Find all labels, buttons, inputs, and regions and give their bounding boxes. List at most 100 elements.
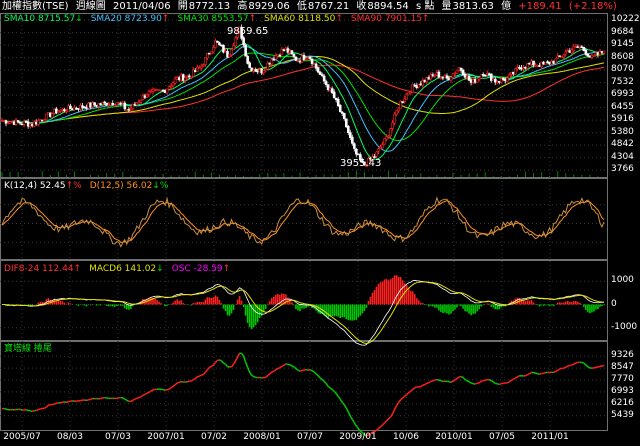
price-y-tick: 7532 — [611, 76, 634, 87]
candle — [417, 84, 421, 89]
candle — [173, 76, 177, 85]
ad-step — [190, 379, 194, 382]
ad-y-tick: 7770 — [611, 374, 634, 385]
x-tick-label: 07/02 — [201, 432, 227, 442]
ad-step — [355, 425, 359, 430]
candle — [266, 61, 270, 70]
ad-step — [60, 401, 63, 404]
ad-step — [492, 381, 496, 385]
ad-step — [285, 363, 289, 366]
candle — [455, 69, 459, 74]
candle — [181, 73, 185, 83]
ad-step — [474, 382, 478, 385]
ad-step — [412, 387, 416, 390]
ad-step — [335, 393, 339, 397]
ad-step — [240, 352, 245, 357]
candle — [284, 46, 288, 51]
candle — [198, 65, 201, 69]
ad-step — [144, 392, 148, 396]
x-tick-label: 2009/01 — [339, 432, 377, 442]
ad-step — [402, 395, 406, 399]
candle — [590, 53, 594, 60]
candle — [193, 68, 197, 73]
candle — [495, 80, 499, 85]
candle — [355, 147, 358, 157]
candle — [115, 102, 119, 106]
ad-step — [246, 367, 251, 373]
candle — [534, 62, 537, 68]
candle — [592, 54, 596, 57]
price-legend-item: SMA90 7901.15↑ — [351, 14, 430, 24]
candle — [294, 56, 298, 62]
close-label: 收 — [356, 1, 367, 12]
ad-step — [587, 366, 591, 369]
candle — [566, 48, 570, 52]
candle — [457, 66, 461, 72]
date-value: 2011/04/06 — [112, 1, 171, 12]
price-y-tick: 3766 — [611, 164, 634, 175]
ad-step — [236, 352, 241, 358]
ad-step — [219, 359, 222, 362]
candle — [202, 63, 205, 68]
macd-legend-item: DIF8-24 112.44↑ — [4, 264, 81, 274]
candle — [415, 83, 419, 90]
ad-step — [337, 395, 341, 400]
candle — [210, 51, 213, 55]
ad-step — [512, 377, 516, 380]
candle — [302, 52, 306, 61]
macd-legend-text: OSC -28.59 — [171, 264, 223, 274]
candle — [145, 93, 149, 98]
candle — [389, 127, 392, 139]
ad-step — [593, 366, 597, 369]
candle — [206, 52, 209, 61]
ad-step — [376, 427, 379, 431]
ad-step — [380, 424, 383, 428]
candle — [560, 56, 564, 58]
candle — [204, 57, 207, 67]
candle — [254, 67, 257, 72]
price-legend: SMA10 8715.57↓ SMA20 8723.90↑ SMA30 8553.5… — [4, 14, 438, 25]
candle — [282, 48, 286, 52]
ad-step — [206, 366, 210, 371]
ad-step — [601, 364, 605, 367]
price-legend-item: SMA60 8118.50↑ — [264, 14, 343, 24]
ad-step — [277, 367, 281, 370]
ad-step — [244, 361, 249, 368]
ad-step — [86, 398, 89, 402]
price-legend-item: SMA20 8723.90↑ — [91, 14, 170, 24]
candle — [318, 71, 322, 75]
candle — [14, 117, 18, 126]
ad-legend-item: 寶塔線 捲尾 — [4, 344, 52, 354]
candle — [125, 109, 129, 111]
dif-line — [2, 279, 605, 346]
candle — [234, 36, 237, 48]
candle — [310, 58, 314, 67]
candle — [479, 74, 483, 79]
trend-arrow-icon: ↓% — [152, 181, 169, 191]
candle — [195, 64, 199, 72]
ad-step — [192, 378, 196, 381]
ad-step — [232, 360, 237, 365]
ad-step — [295, 368, 299, 371]
candle — [10, 120, 14, 123]
candle — [449, 76, 453, 83]
ad-step — [428, 380, 432, 384]
ad-step — [251, 374, 255, 378]
candle — [49, 112, 52, 118]
ad-step — [249, 371, 253, 376]
ad-step — [140, 394, 144, 398]
candle — [153, 88, 157, 92]
candle — [12, 119, 16, 126]
period-label: 週線圖 — [75, 1, 106, 12]
ad-step — [43, 406, 47, 410]
candle — [443, 73, 447, 79]
ad-step — [333, 390, 337, 395]
ad-y-tick: 6993 — [611, 385, 634, 396]
kd-legend: K(12,4) 52.45↑% D(12,5) 56.02↓% — [4, 181, 176, 192]
trend-arrow-icon: ↑ — [335, 14, 343, 24]
ad-step — [31, 409, 35, 413]
candle — [250, 67, 253, 72]
candle — [375, 151, 378, 159]
ad-step — [317, 375, 321, 379]
candle — [57, 109, 60, 114]
